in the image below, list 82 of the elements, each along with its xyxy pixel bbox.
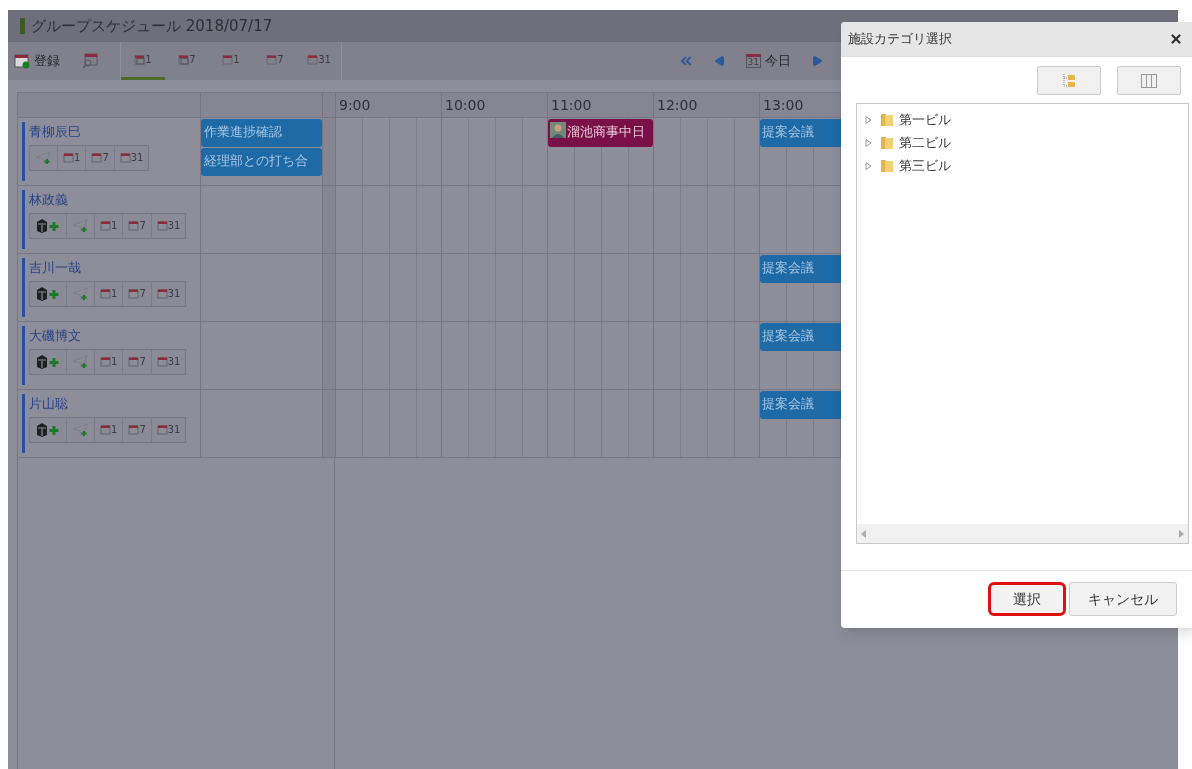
- schedule-cell[interactable]: 溜池商事中日: [548, 118, 654, 186]
- title-marker: [20, 18, 25, 34]
- dialog-title: 施設カテゴリ選択: [848, 30, 952, 49]
- schedule-cell[interactable]: [654, 118, 760, 186]
- member-name[interactable]: 林政義: [29, 190, 187, 210]
- folder-icon: [880, 112, 894, 127]
- calendar-icon: 31: [745, 54, 761, 68]
- calendar-view-button[interactable]: 1: [95, 213, 124, 238]
- close-button[interactable]: [1169, 32, 1183, 46]
- schedule-cell[interactable]: [654, 390, 760, 458]
- calendar-view-button[interactable]: 31: [114, 145, 149, 170]
- member-name[interactable]: 大磯博文: [29, 326, 187, 346]
- member-marker: [22, 258, 25, 317]
- calendar-view-button[interactable]: 7: [123, 417, 152, 442]
- paper-plane-plus-icon: [72, 354, 89, 369]
- schedule-event[interactable]: 作業進捗確認: [201, 119, 322, 147]
- hour-header: 10:00: [442, 93, 548, 118]
- calendar-view-button[interactable]: 1: [58, 145, 87, 170]
- scroll-left-icon: [861, 529, 866, 538]
- tree-item[interactable]: 第一ビル: [865, 108, 1188, 131]
- columns-icon: [1141, 73, 1157, 88]
- person-avatar-icon: [550, 122, 566, 138]
- tree-item[interactable]: 第二ビル: [865, 131, 1188, 154]
- hour-header: 9:00: [336, 93, 442, 118]
- hour-header: 12:00: [654, 93, 760, 118]
- calendar-view-button[interactable]: 7: [123, 213, 152, 238]
- calendar-view-button[interactable]: 7: [123, 281, 152, 306]
- view-tab[interactable]: 7: [165, 42, 209, 80]
- cube-plus-icon: [35, 217, 61, 234]
- close-icon: [1169, 32, 1183, 46]
- member-name[interactable]: 青柳辰巳: [29, 122, 150, 142]
- folder-icon: [880, 158, 894, 173]
- horizontal-scrollbar[interactable]: [857, 524, 1188, 543]
- dialog-button[interactable]: キャンセル: [1069, 582, 1177, 616]
- calendar-view-button[interactable]: 31: [151, 281, 186, 306]
- cube-plus-icon: [35, 353, 61, 370]
- calendar-search-icon: [82, 53, 98, 69]
- paper-plane-plus-icon: [72, 286, 89, 301]
- page-title: グループスケジュール 2018/07/17: [31, 15, 273, 37]
- schedule-cell[interactable]: [442, 118, 548, 186]
- folder-tree-icon: [1062, 72, 1076, 89]
- left-arrow-icon: [713, 55, 726, 67]
- schedule-event[interactable]: 経理部との打ち合: [201, 148, 322, 176]
- right-arrow-icon: [811, 55, 823, 67]
- calendar-view-button[interactable]: 1: [95, 349, 124, 374]
- view-tab[interactable]: 1: [209, 42, 253, 80]
- cube-plus-icon: [35, 285, 61, 302]
- paper-plane-plus-icon: [72, 218, 89, 233]
- dialog-button[interactable]: 選択: [988, 582, 1066, 616]
- schedule-event[interactable]: 溜池商事中日: [548, 119, 653, 147]
- member-marker: [22, 190, 25, 249]
- expand-arrow-icon[interactable]: [865, 161, 872, 170]
- cube-plus-icon: [35, 421, 61, 438]
- member-name[interactable]: 片山聡: [29, 394, 187, 414]
- tree-view-button[interactable]: [1037, 66, 1101, 95]
- tree-item[interactable]: 第三ビル: [865, 154, 1188, 177]
- view-tab[interactable]: 31: [297, 42, 341, 80]
- calendar-view-button[interactable]: 7: [86, 145, 115, 170]
- view-tab[interactable]: 1: [121, 42, 165, 80]
- calendar-view-button[interactable]: 31: [151, 349, 186, 374]
- expand-arrow-icon[interactable]: [865, 115, 872, 124]
- paper-plane-plus-icon: [72, 422, 89, 437]
- calendar-view-button[interactable]: 31: [151, 417, 186, 442]
- member-marker: [22, 326, 25, 385]
- calendar-view-button[interactable]: 1: [95, 417, 124, 442]
- member-marker: [22, 394, 25, 453]
- calendar-view-button[interactable]: 7: [123, 349, 152, 374]
- today-button[interactable]: 31 今日: [735, 51, 801, 71]
- calendar-view-button[interactable]: 31: [151, 213, 186, 238]
- register-button[interactable]: 登録: [10, 51, 64, 71]
- schedule-cell[interactable]: [654, 186, 760, 254]
- view-tab[interactable]: 7: [253, 42, 297, 80]
- member-marker: [22, 122, 25, 181]
- expand-arrow-icon[interactable]: [865, 138, 872, 147]
- folder-icon: [880, 135, 894, 150]
- schedule-cell[interactable]: [654, 254, 760, 322]
- calendar-plus-icon: [14, 53, 30, 69]
- column-view-button[interactable]: [1117, 66, 1181, 95]
- schedule-cell[interactable]: [654, 322, 760, 390]
- paper-plane-plus-icon: [35, 150, 52, 165]
- calendar-view-button[interactable]: 1: [95, 281, 124, 306]
- hour-header: 11:00: [548, 93, 654, 118]
